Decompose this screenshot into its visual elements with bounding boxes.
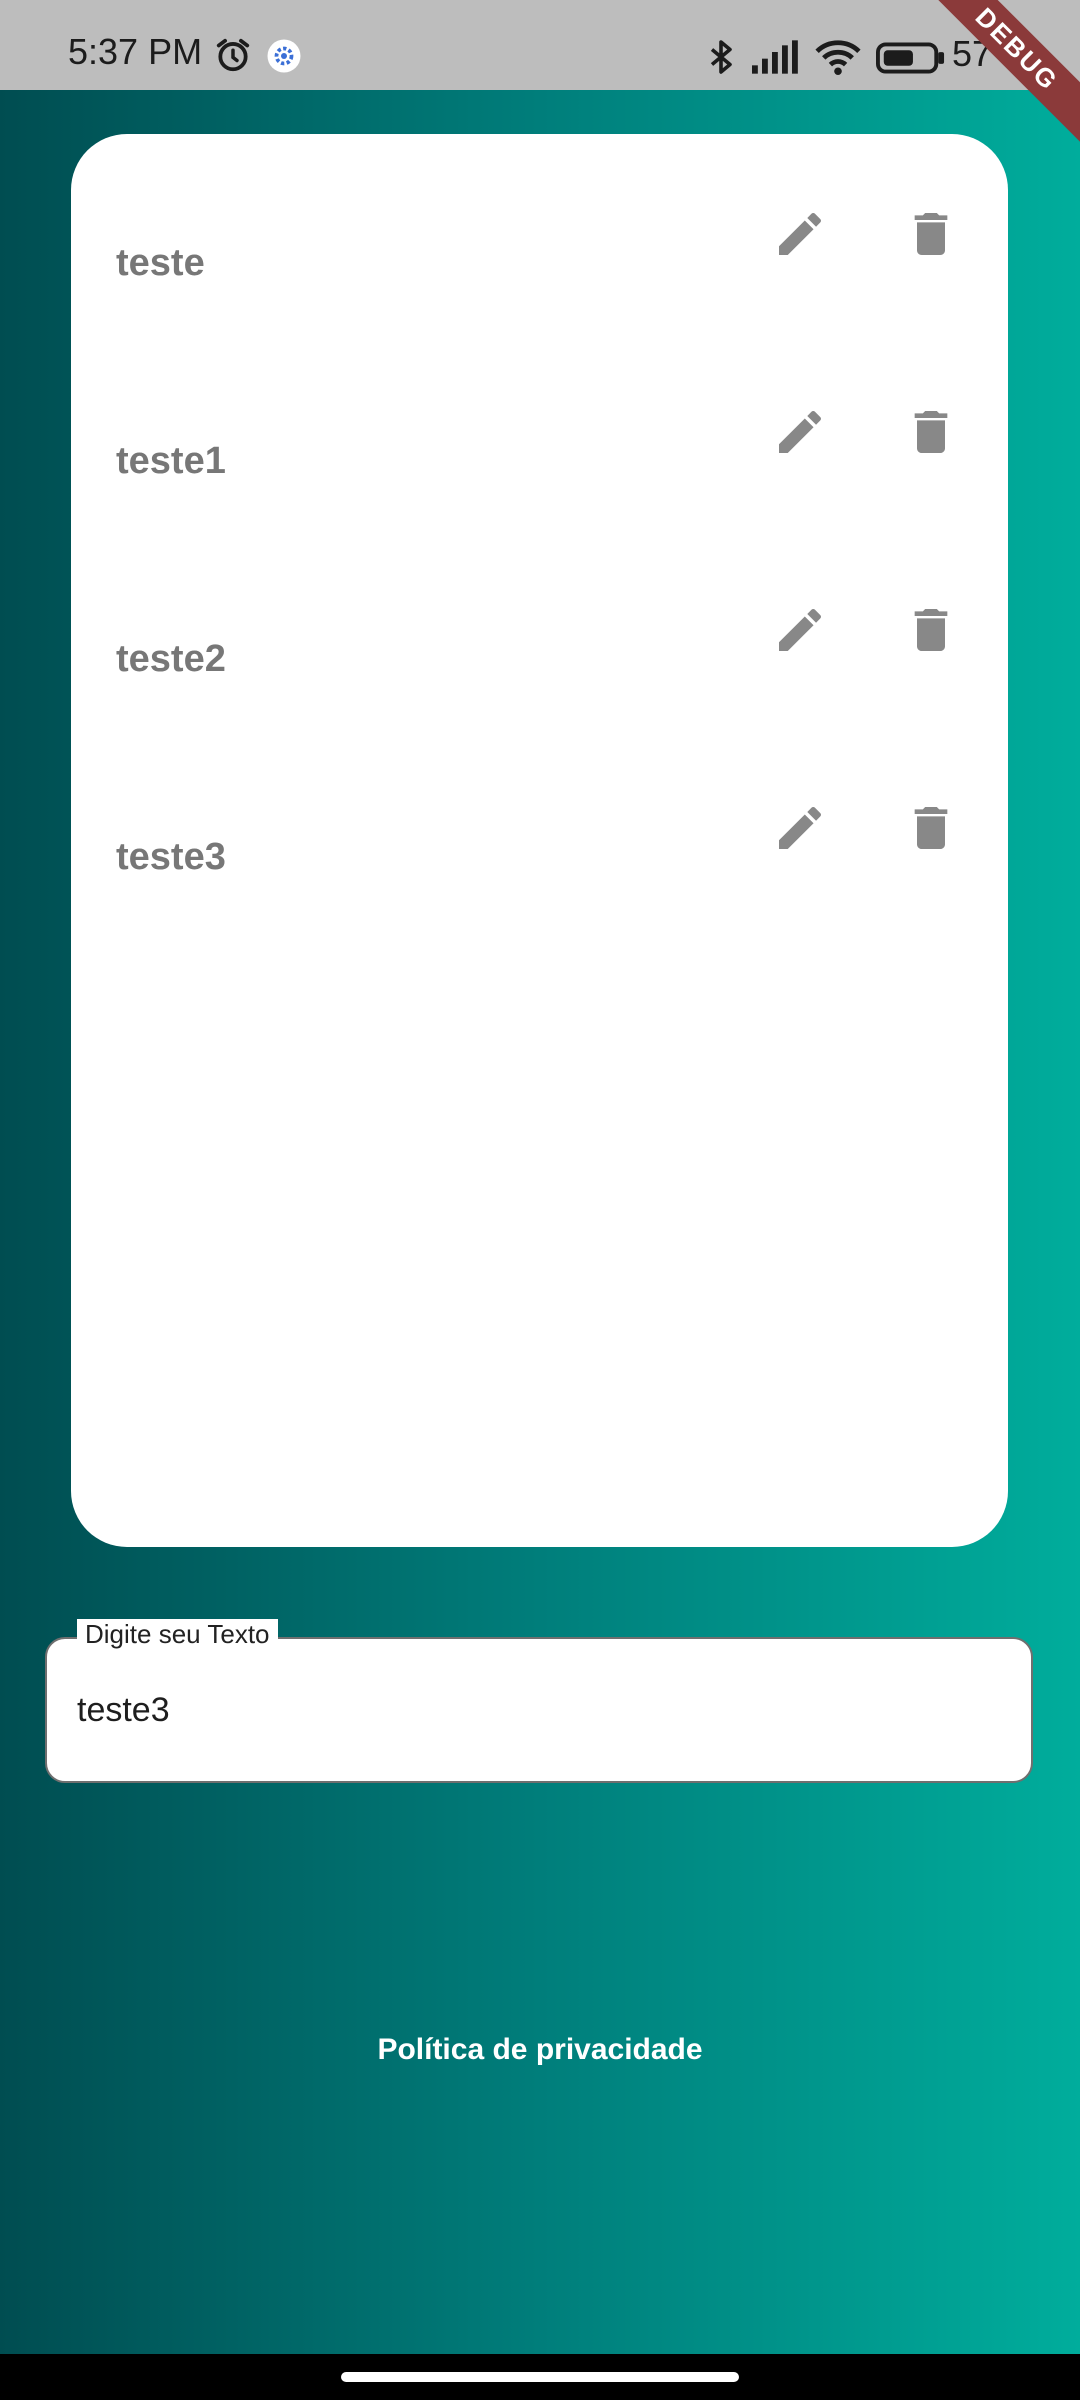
list-item: teste1 bbox=[71, 332, 1008, 530]
settings-notification-icon bbox=[266, 38, 302, 79]
bluetooth-icon bbox=[703, 38, 739, 81]
list-item: teste bbox=[71, 134, 1008, 332]
trash-icon bbox=[914, 411, 948, 453]
delete-button[interactable] bbox=[891, 194, 971, 274]
signal-icon bbox=[752, 40, 802, 79]
pencil-icon bbox=[779, 608, 822, 651]
edit-button[interactable] bbox=[760, 194, 840, 274]
text-input-label: Digite seu Texto bbox=[77, 1619, 278, 1649]
battery-icon bbox=[876, 42, 946, 79]
list-item: teste2 bbox=[71, 530, 1008, 728]
status-bar: 5:37 PM 57 bbox=[0, 0, 1080, 90]
wifi-icon bbox=[814, 38, 862, 81]
delete-button[interactable] bbox=[891, 590, 971, 670]
text-input[interactable] bbox=[77, 1691, 997, 1730]
trash-icon bbox=[914, 213, 948, 255]
text-input-field[interactable]: Digite seu Texto bbox=[45, 1619, 1033, 1783]
text-input-label-text: Digite seu Texto bbox=[77, 1619, 278, 1649]
edit-button[interactable] bbox=[760, 392, 840, 472]
trash-icon bbox=[914, 807, 948, 849]
delete-button[interactable] bbox=[891, 788, 971, 868]
edit-button[interactable] bbox=[760, 788, 840, 868]
home-indicator[interactable] bbox=[341, 2372, 739, 2382]
item-label: teste bbox=[116, 242, 205, 284]
status-time: 5:37 PM bbox=[68, 31, 203, 72]
edit-button[interactable] bbox=[760, 590, 840, 670]
list-item: teste3 bbox=[71, 728, 1008, 926]
delete-button[interactable] bbox=[891, 392, 971, 472]
alarm-icon bbox=[214, 36, 252, 79]
pencil-icon bbox=[779, 212, 822, 255]
trash-icon bbox=[914, 609, 948, 651]
app-screen: 5:37 PM 57 DEBUG teste teste1 teste2 tes… bbox=[0, 0, 1080, 2400]
pencil-icon bbox=[779, 410, 822, 453]
item-label: teste3 bbox=[116, 836, 226, 878]
pencil-icon bbox=[779, 806, 822, 849]
item-label: teste2 bbox=[116, 638, 226, 680]
item-label: teste1 bbox=[116, 440, 226, 482]
items-card: teste teste1 teste2 teste3 bbox=[71, 134, 1008, 1547]
privacy-policy-link[interactable]: Política de privacidade bbox=[0, 2033, 1080, 2067]
